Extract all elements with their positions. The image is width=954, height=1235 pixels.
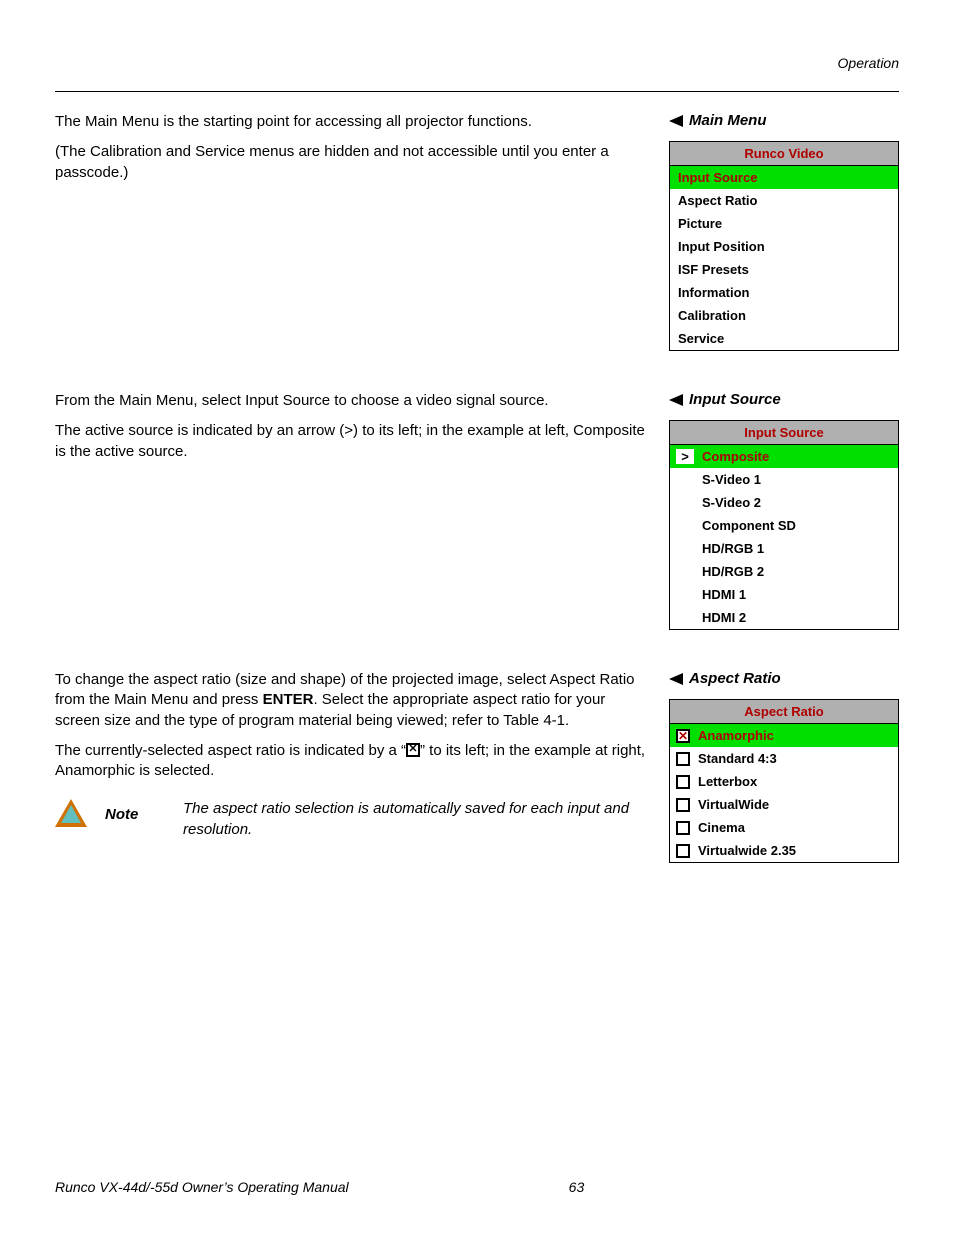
- menu-title: Input Source: [670, 421, 898, 445]
- main-menu-box: Runco Video Input SourceAspect RatioPict…: [669, 141, 899, 351]
- label-text: Aspect Ratio: [689, 670, 781, 687]
- aspect-ratio-box: Aspect Ratio ✕ Anamorphic Standard 4:3 Lett…: [669, 699, 899, 863]
- menu-item[interactable]: Calibration: [670, 304, 898, 327]
- menu-item[interactable]: Service: [670, 327, 898, 350]
- footer-page: 63: [569, 1179, 585, 1195]
- menu-item-label: Virtualwide 2.35: [698, 843, 892, 858]
- main-menu-label: Main Menu: [669, 112, 899, 129]
- aspect-ratio-text: To change the aspect ratio (size and sha…: [55, 670, 649, 863]
- text: The currently-selected aspect ratio is i…: [55, 742, 406, 759]
- input-source-label: Input Source: [669, 391, 899, 408]
- note-text: The aspect ratio selection is automatica…: [183, 799, 649, 840]
- menu-item[interactable]: S-Video 1: [670, 468, 898, 491]
- menu-item-label: HD/RGB 1: [702, 541, 892, 556]
- menu-item-label: S-Video 1: [702, 472, 892, 487]
- menu-item[interactable]: HDMI 1: [670, 583, 898, 606]
- divider: [55, 91, 899, 92]
- menu-item-label: Letterbox: [698, 774, 892, 789]
- menu-item[interactable]: HD/RGB 1: [670, 537, 898, 560]
- menu-item[interactable]: Cinema: [670, 816, 898, 839]
- label-text: Main Menu: [689, 112, 767, 129]
- main-menu-section: The Main Menu is the starting point for …: [55, 112, 899, 351]
- menu-item-label: HD/RGB 2: [702, 564, 892, 579]
- paragraph: The active source is indicated by an arr…: [55, 421, 649, 462]
- footer: Runco VX-44d/-55d Owner’s Operating Manu…: [55, 1179, 899, 1195]
- menu-item[interactable]: > Composite: [670, 445, 898, 468]
- arrow-left-icon: [669, 115, 683, 127]
- paragraph: The currently-selected aspect ratio is i…: [55, 741, 649, 782]
- input-source-text: From the Main Menu, select Input Source …: [55, 391, 649, 630]
- paragraph: From the Main Menu, select Input Source …: [55, 391, 649, 411]
- menu-item[interactable]: ISF Presets: [670, 258, 898, 281]
- menu-item[interactable]: Aspect Ratio: [670, 189, 898, 212]
- menu-item-label: Standard 4:3: [698, 751, 892, 766]
- input-source-box: Input Source > Composite S-Video 1 S-Video …: [669, 420, 899, 630]
- menu-item[interactable]: Virtualwide 2.35: [670, 839, 898, 862]
- menu-item[interactable]: Letterbox: [670, 770, 898, 793]
- checkbox-checked-icon: ✕: [676, 729, 690, 743]
- enter-key: ENTER: [263, 691, 314, 708]
- menu-item[interactable]: Picture: [670, 212, 898, 235]
- note-row: Note The aspect ratio selection is autom…: [55, 799, 649, 840]
- active-indicator: >: [676, 449, 694, 464]
- checkbox-icon: [676, 775, 690, 789]
- menu-item-label: Cinema: [698, 820, 892, 835]
- menu-item-label: Anamorphic: [698, 728, 892, 743]
- menu-item-label: Composite: [702, 449, 892, 464]
- menu-title: Aspect Ratio: [670, 700, 898, 724]
- menu-item[interactable]: Standard 4:3: [670, 747, 898, 770]
- checkbox-icon: [676, 844, 690, 858]
- aspect-ratio-section: To change the aspect ratio (size and sha…: [55, 670, 899, 863]
- arrow-left-icon: [669, 394, 683, 406]
- menu-title: Runco Video: [670, 142, 898, 166]
- menu-item[interactable]: Input Position: [670, 235, 898, 258]
- menu-item[interactable]: Information: [670, 281, 898, 304]
- checked-box-icon: ✕: [406, 743, 420, 757]
- checkbox-icon: [676, 821, 690, 835]
- header-section: Operation: [55, 55, 899, 71]
- menu-item-label: S-Video 2: [702, 495, 892, 510]
- paragraph: To change the aspect ratio (size and sha…: [55, 670, 649, 731]
- input-source-section: From the Main Menu, select Input Source …: [55, 391, 899, 630]
- menu-item[interactable]: HDMI 2: [670, 606, 898, 629]
- paragraph: (The Calibration and Service menus are h…: [55, 142, 649, 183]
- menu-item[interactable]: VirtualWide: [670, 793, 898, 816]
- menu-item[interactable]: S-Video 2: [670, 491, 898, 514]
- arrow-left-icon: [669, 673, 683, 685]
- checkbox-icon: [676, 798, 690, 812]
- menu-item-label: HDMI 2: [702, 610, 892, 625]
- note-label: Note: [105, 799, 165, 825]
- menu-item-label: Component SD: [702, 518, 892, 533]
- menu-item[interactable]: HD/RGB 2: [670, 560, 898, 583]
- warning-icon: [55, 799, 87, 827]
- checkbox-icon: [676, 752, 690, 766]
- main-menu-text: The Main Menu is the starting point for …: [55, 112, 649, 351]
- menu-item-label: VirtualWide: [698, 797, 892, 812]
- menu-item[interactable]: ✕ Anamorphic: [670, 724, 898, 747]
- menu-item-label: HDMI 1: [702, 587, 892, 602]
- label-text: Input Source: [689, 391, 781, 408]
- menu-item[interactable]: Component SD: [670, 514, 898, 537]
- menu-item[interactable]: Input Source: [670, 166, 898, 189]
- paragraph: The Main Menu is the starting point for …: [55, 112, 649, 132]
- aspect-ratio-label: Aspect Ratio: [669, 670, 899, 687]
- footer-title: Runco VX-44d/-55d Owner’s Operating Manu…: [55, 1179, 349, 1195]
